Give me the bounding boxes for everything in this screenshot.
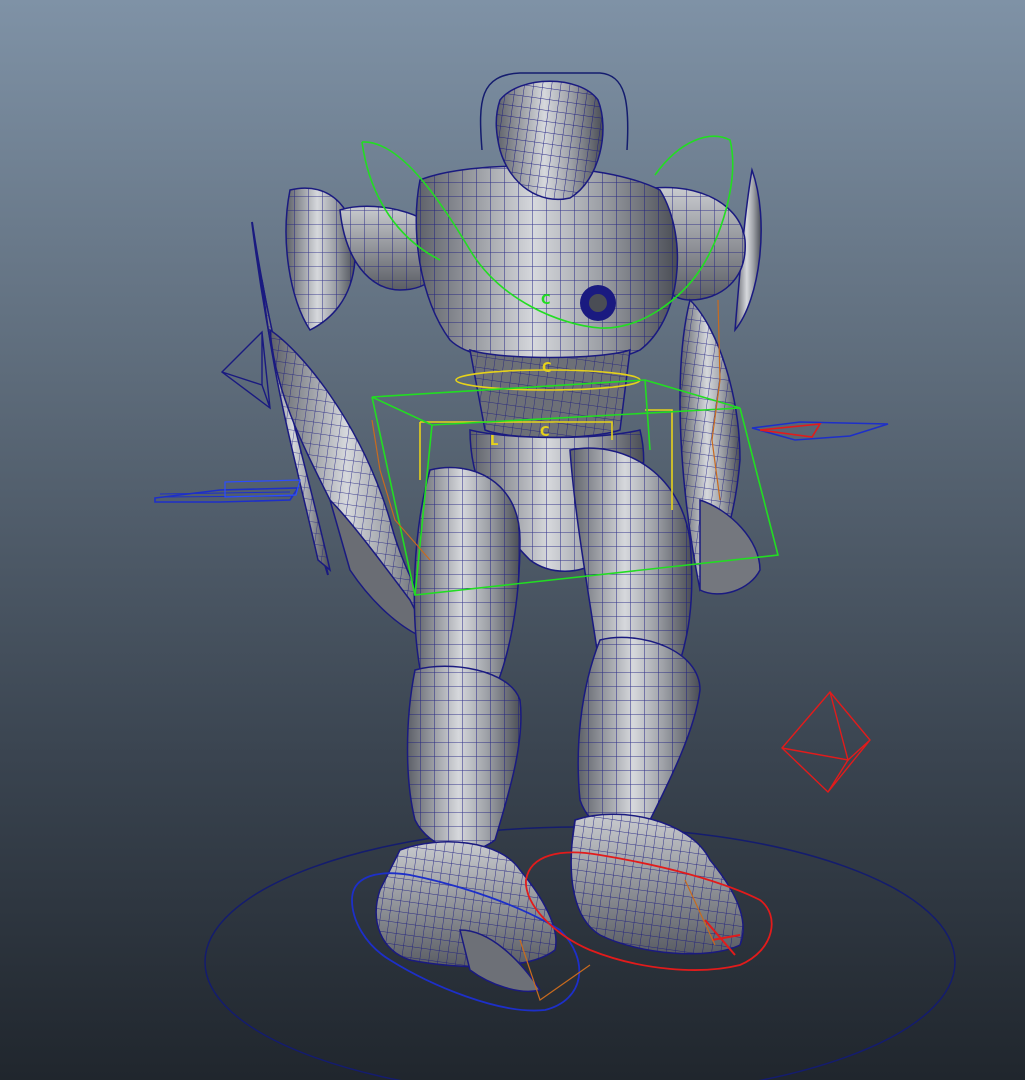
hip-small-label: L: [490, 434, 498, 449]
hip-control-label: C: [540, 425, 550, 440]
left-hand-ik-control[interactable]: [154, 479, 301, 503]
waist-control-label: C: [542, 361, 552, 376]
left-elbow-pole-control[interactable]: [220, 330, 271, 410]
chest-control-label: C: [541, 293, 551, 308]
scene-canvas[interactable]: C C C L: [0, 0, 1025, 1080]
3d-viewport[interactable]: C C C L: [0, 0, 1025, 1080]
right-knee-pole-control[interactable]: [781, 690, 871, 794]
right-hand-ik-control[interactable]: [751, 421, 889, 441]
